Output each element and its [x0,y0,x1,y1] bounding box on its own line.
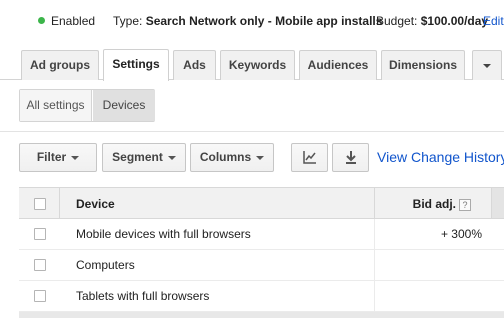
columns-label: Columns [199,150,252,164]
edit-budget-link[interactable]: Edit [483,14,504,28]
campaign-type: Type: Search Network only - Mobile app i… [113,14,382,28]
filter-button[interactable]: Filter [19,143,97,172]
filter-label: Filter [36,150,67,164]
header-bid-adj[interactable]: Bid adj.? [375,197,481,211]
table-footer [19,312,504,318]
type-value: Search Network only - Mobile app install… [145,14,383,28]
table-row[interactable]: Mobile devices with full browsers + 300% [19,219,504,250]
help-icon[interactable]: ? [459,198,471,211]
subtab-devices[interactable]: Devices [93,90,155,121]
device-cell: Computers [76,258,135,272]
header-device[interactable]: Device [76,197,115,211]
tab-dimensions[interactable]: Dimensions [381,50,465,80]
more-tabs-button[interactable] [472,50,502,80]
device-cell: Mobile devices with full browsers [76,227,251,241]
column-divider [374,250,375,280]
chevron-down-icon [71,155,80,160]
campaign-tabs: Ad groups Settings Ads Keywords Audience… [0,49,504,81]
row-checkbox[interactable] [34,228,46,240]
line-chart-icon [302,151,316,164]
chevron-down-icon [256,155,265,160]
device-table: Device Bid adj.? Mobile devices with ful… [19,187,504,312]
chevron-down-icon [167,155,176,160]
tab-ads[interactable]: Ads [173,50,216,80]
column-divider [59,188,60,218]
divider [0,131,504,132]
row-checkbox[interactable] [34,290,46,302]
campaign-status-bar: Enabled Type: Search Network only - Mobi… [0,12,504,30]
select-all-checkbox[interactable] [34,198,46,210]
tab-ad-groups[interactable]: Ad groups [21,50,99,80]
download-icon [345,151,356,164]
status-dot-icon [38,17,45,24]
tab-settings[interactable]: Settings [103,49,169,81]
tab-keywords[interactable]: Keywords [220,50,295,80]
column-divider [374,281,375,311]
scroll-column [491,188,504,218]
download-button[interactable] [332,143,369,172]
status-enabled[interactable]: Enabled [51,14,95,28]
budget-value: $100.00/day [420,14,489,28]
table-row[interactable]: Tablets with full browsers [19,281,504,312]
budget-label: Budget: [376,14,418,28]
subtab-all-settings[interactable]: All settings [20,90,92,121]
segment-label: Segment [112,150,163,164]
campaign-budget: Budget: $100.00/day [376,14,488,28]
tab-audiences[interactable]: Audiences [299,50,377,80]
table-row[interactable]: Computers [19,250,504,281]
chevron-down-icon [483,63,491,68]
type-label: Type: [113,14,143,28]
row-checkbox[interactable] [34,259,46,271]
columns-button[interactable]: Columns [190,143,274,172]
settings-subtabs: All settings Devices [19,89,155,122]
header-bid-adj-label: Bid adj. [412,197,456,211]
bid-adj-cell[interactable]: + 300% [375,227,482,241]
chart-toggle-button[interactable] [291,143,328,172]
segment-button[interactable]: Segment [102,143,186,172]
device-cell: Tablets with full browsers [76,289,210,303]
view-change-history-link[interactable]: View Change History [377,149,504,165]
table-header: Device Bid adj.? [19,187,504,219]
